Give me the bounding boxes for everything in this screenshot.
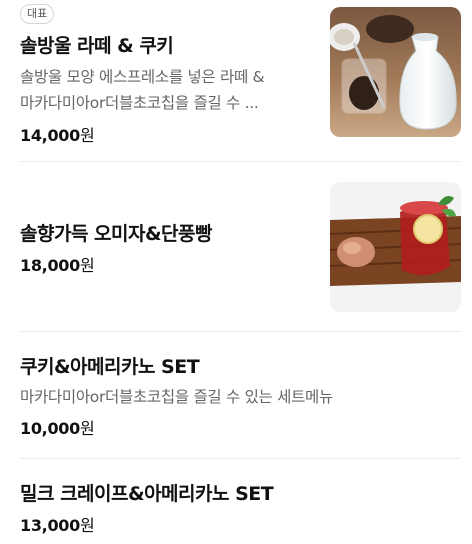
menu-item-price: 13,000원 <box>20 516 95 535</box>
menu-item-description: 솔방울 모양 에스프레소를 넣은 라떼 & 마카다미아or더블초코칩을 즐길 수… <box>20 68 265 112</box>
menu-item-description: 마카다미아or더블초코칩을 즐길 수 있는 세트메뉴 <box>20 388 333 406</box>
menu-item-name: 밀크 크레이프&아메리카노 SET <box>20 483 274 505</box>
signature-badge: 대표 <box>20 4 55 24</box>
divider <box>20 458 461 459</box>
menu-item-name: 솔향가득 오미자&단풍빵 <box>20 223 213 245</box>
menu-item-name: 쿠키&아메리카노 SET <box>20 356 200 378</box>
menu-item-price: 14,000원 <box>20 126 95 145</box>
menu-item-milk-crepe-americano-set[interactable]: 밀크 크레이프&아메리카노 SET 13,000원 <box>20 474 461 540</box>
menu-item-name: 솔방울 라떼 & 쿠키 <box>20 35 174 57</box>
menu-item-photo <box>330 182 461 312</box>
menu-item-photo <box>330 7 461 137</box>
menu-item-price: 10,000원 <box>20 419 95 438</box>
divider <box>20 161 461 162</box>
menu-item-pinecone-latte-cookie[interactable]: 대표 솔방울 라떼 & 쿠키 솔방울 모양 에스프레소를 넣은 라떼 & 마카다… <box>20 4 461 145</box>
menu-item-price: 18,000원 <box>20 256 95 275</box>
menu-item-omija-maple-bread[interactable]: 솔향가득 오미자&단풍빵 18,000원 <box>20 180 461 315</box>
menu-item-cookie-americano-set[interactable]: 쿠키&아메리카노 SET 마카다미아or더블초코칩을 즐길 수 있는 세트메뉴 … <box>20 348 461 448</box>
divider <box>20 331 461 332</box>
